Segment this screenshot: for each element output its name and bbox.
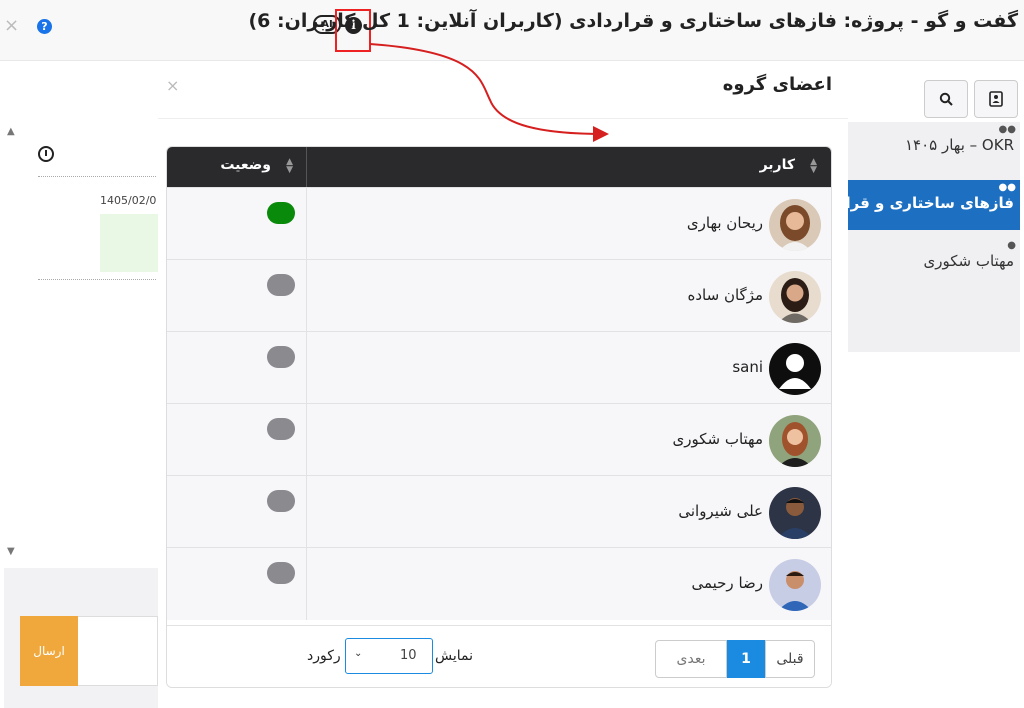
user-cell: ریحان بهاری xyxy=(306,188,831,260)
modal-title: اعضای گروه xyxy=(722,74,832,95)
chat-list-item-mahtab[interactable]: ● مهتاب شکوری xyxy=(848,238,1020,288)
group-icon: ●● xyxy=(998,182,1016,193)
table-row[interactable]: sani xyxy=(167,331,831,404)
group-icon: ●● xyxy=(998,124,1016,135)
chat-sidebar: ●● OKR – بهار ۱۴۰۵ ●● فازهای ساختاری و ق… xyxy=(816,62,1024,708)
chat-list: ●● OKR – بهار ۱۴۰۵ ●● فازهای ساختاری و ق… xyxy=(816,122,1020,352)
message-date: 1405/02/0 xyxy=(100,194,157,207)
member-name: ریحان بهاری xyxy=(686,214,763,232)
table-row[interactable]: علی شیروانی xyxy=(167,475,831,548)
search-icon xyxy=(939,92,953,106)
member-name: رضا رحیمی xyxy=(691,574,763,592)
status-cell xyxy=(167,476,307,548)
user-cell: sani xyxy=(306,332,831,404)
divider xyxy=(38,176,156,177)
user-cell: مژگان ساده xyxy=(306,260,831,332)
table-row[interactable]: ریحان بهاری xyxy=(167,187,831,260)
pagination-page-1[interactable]: 1 xyxy=(727,640,765,678)
page-length-prefix: نمایش xyxy=(435,648,474,664)
message-bubble xyxy=(100,214,158,272)
search-button[interactable] xyxy=(924,80,968,118)
avatar xyxy=(769,487,821,539)
chat-title: گفت و گو - پروژه: فازهای ساختاری و قرارد… xyxy=(248,10,1018,32)
send-button[interactable]: ارسال xyxy=(20,616,78,686)
status-cell xyxy=(167,260,307,332)
status-indicator-icon xyxy=(267,202,295,224)
pagination-prev-button[interactable]: قبلی xyxy=(765,640,815,678)
table-row[interactable]: مهتاب شکوری xyxy=(167,403,831,476)
pagination-next-button[interactable]: بعدی xyxy=(655,640,727,678)
help-icon[interactable]: ? xyxy=(37,19,52,34)
member-name: sani xyxy=(732,358,763,376)
contacts-icon xyxy=(989,91,1003,107)
status-indicator-icon xyxy=(267,346,295,368)
table-footer: قبلی 1 بعدی نمایش 10 ⌄ رکورد xyxy=(167,625,831,687)
status-cell xyxy=(167,404,307,476)
user-icon: ● xyxy=(1007,240,1016,251)
table-header: ▲ ▼ کاربر ▲ ▼ وضعیت xyxy=(167,147,831,187)
scroll-down-arrow[interactable]: ▼ xyxy=(7,546,15,557)
top-bar: × ? AI i گفت و گو - پروژه: فازهای ساختار… xyxy=(0,0,1024,61)
scroll-up-arrow[interactable]: ▲ xyxy=(7,126,15,137)
status-indicator-icon xyxy=(267,274,295,296)
user-cell: علی شیروانی xyxy=(306,476,831,548)
divider xyxy=(158,118,848,119)
sort-icon: ▲ ▼ xyxy=(810,157,817,175)
avatar xyxy=(769,343,821,395)
divider xyxy=(38,279,156,280)
group-members-modal: × اعضای گروه ▲ ▼ کاربر ▲ ▼ وضعیت ریحان بها… xyxy=(158,62,848,708)
table-row[interactable]: رضا رحیمی xyxy=(167,547,831,620)
modal-close-icon[interactable]: × xyxy=(166,76,179,95)
page-length-suffix: رکورد xyxy=(307,648,341,664)
avatar xyxy=(769,271,821,323)
members-table: ▲ ▼ کاربر ▲ ▼ وضعیت ریحان بهاری مژگان ساده s… xyxy=(166,146,832,688)
contacts-button[interactable] xyxy=(974,80,1018,118)
avatar xyxy=(769,199,821,251)
avatar xyxy=(769,559,821,611)
message-input[interactable] xyxy=(78,616,158,686)
table-row[interactable]: مژگان ساده xyxy=(167,259,831,332)
chat-panel: ▲ 1405/02/0 ▼ ارسال xyxy=(0,62,158,708)
clock-icon xyxy=(38,146,54,162)
status-indicator-icon xyxy=(267,418,295,440)
user-cell: مهتاب شکوری xyxy=(306,404,831,476)
page-length-select[interactable]: 10 ⌄ xyxy=(345,638,433,674)
column-header-status[interactable]: ▲ ▼ وضعیت xyxy=(167,147,307,187)
avatar xyxy=(769,415,821,467)
user-cell: رضا رحیمی xyxy=(306,548,831,620)
status-indicator-icon xyxy=(267,490,295,512)
chat-list-item-structural-phases[interactable]: ●● فازهای ساختاری و قرارداد xyxy=(816,180,1020,230)
member-name: مژگان ساده xyxy=(687,286,763,304)
status-indicator-icon xyxy=(267,562,295,584)
status-cell xyxy=(167,332,307,404)
sort-icon: ▲ ▼ xyxy=(286,157,293,175)
status-cell xyxy=(167,188,307,260)
column-header-user[interactable]: ▲ ▼ کاربر xyxy=(306,147,831,187)
member-name: علی شیروانی xyxy=(678,502,763,520)
chevron-down-icon: ⌄ xyxy=(354,648,363,659)
member-name: مهتاب شکوری xyxy=(672,430,763,448)
close-icon[interactable]: × xyxy=(4,16,19,36)
status-cell xyxy=(167,548,307,620)
chat-list-item-okr[interactable]: ●● OKR – بهار ۱۴۰۵ xyxy=(848,122,1020,172)
